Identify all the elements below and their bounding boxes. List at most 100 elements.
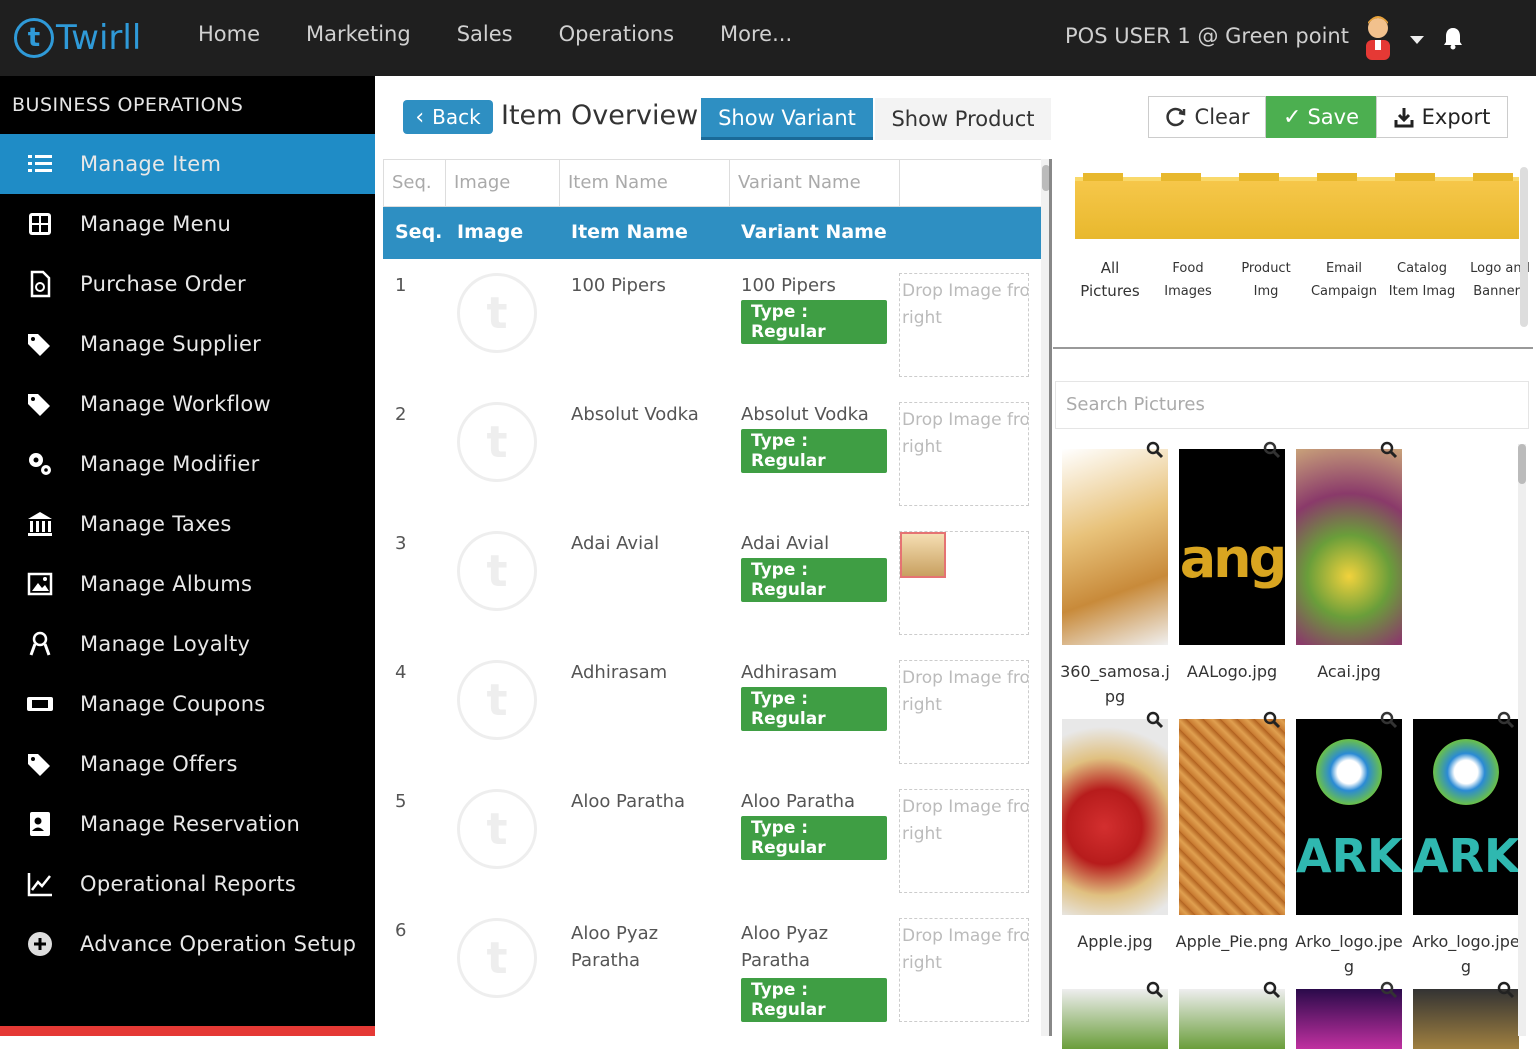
- filter-image[interactable]: Image: [446, 160, 560, 206]
- header-variant-name[interactable]: Variant Name: [729, 207, 899, 259]
- picture-thumbnail[interactable]: [1062, 441, 1168, 645]
- brand-logo[interactable]: t Twirll: [14, 14, 141, 62]
- avatar[interactable]: [1360, 14, 1396, 60]
- sidebar-item-manage-workflow[interactable]: Manage Workflow: [0, 374, 375, 434]
- pictures-scrollbar-thumb[interactable]: [1518, 444, 1526, 484]
- row-drop-zone[interactable]: Drop Image fro right: [899, 388, 1041, 517]
- picture-item[interactable]: Apple.jpg: [1057, 711, 1173, 954]
- search-pictures-input[interactable]: Search Pictures: [1055, 381, 1529, 429]
- picture-item[interactable]: [1408, 981, 1524, 1049]
- zoom-icon[interactable]: [1497, 711, 1515, 729]
- zoom-icon[interactable]: [1146, 441, 1164, 459]
- nav-marketing[interactable]: Marketing: [306, 22, 411, 46]
- picture-thumbnail[interactable]: ARK: [1413, 711, 1519, 915]
- picture-item[interactable]: ARK Arko_logo.jpeg: [1291, 711, 1407, 979]
- zoom-icon[interactable]: [1146, 981, 1164, 999]
- folder-all-pictures[interactable]: All Pictures: [1071, 257, 1149, 303]
- table-row[interactable]: 1 t 100 Pipers 100 Pipers Type : Regular …: [383, 259, 1043, 388]
- sidebar-item-purchase-order[interactable]: Purchase Order: [0, 254, 375, 314]
- sidebar-item-advance-operation-setup[interactable]: Advance Operation Setup: [0, 914, 375, 974]
- sidebar-item-manage-item[interactable]: Manage Item: [0, 134, 375, 194]
- sidebar-item-manage-modifier[interactable]: Manage Modifier: [0, 434, 375, 494]
- picture-thumbnail[interactable]: [1062, 711, 1168, 915]
- drop-zone[interactable]: Drop Image fro right: [899, 273, 1029, 377]
- zoom-icon[interactable]: [1263, 981, 1281, 999]
- sidebar-item-operational-reports[interactable]: Operational Reports: [0, 854, 375, 914]
- picture-item[interactable]: 360_samosa.jpg: [1057, 441, 1173, 709]
- filter-variant-name[interactable]: Variant Name: [730, 160, 900, 206]
- folder-scrollbar[interactable]: [1520, 167, 1528, 327]
- zoom-icon[interactable]: [1380, 981, 1398, 999]
- folder-catalog-item-imag[interactable]: Catalog Item Imag: [1383, 257, 1461, 303]
- zoom-icon[interactable]: [1146, 711, 1164, 729]
- row-drop-zone[interactable]: Drop Image fro right: [899, 259, 1041, 388]
- picture-item[interactable]: ang AALogo.jpg: [1174, 441, 1290, 684]
- back-button[interactable]: ‹ Back: [403, 100, 493, 134]
- save-button[interactable]: ✓ Save: [1266, 96, 1376, 138]
- nav-sales[interactable]: Sales: [457, 22, 513, 46]
- table-row[interactable]: 3 t Adai Avial Adai Avial Type : Regular: [383, 517, 1043, 646]
- row-drop-zone[interactable]: [899, 517, 1041, 646]
- picture-thumbnail[interactable]: ARK: [1296, 711, 1402, 915]
- sidebar-item-label: Manage Taxes: [80, 512, 232, 536]
- row-drop-zone[interactable]: Drop Image fro right: [899, 904, 1041, 1033]
- picture-item[interactable]: ARK Arko_logo.jpeg: [1408, 711, 1524, 979]
- filter-seq[interactable]: Seq.: [384, 160, 446, 206]
- table-row[interactable]: 6 t Aloo Pyaz Paratha Aloo Pyaz Paratha T…: [383, 904, 1043, 1033]
- export-button[interactable]: Export: [1376, 96, 1508, 138]
- filter-item-name[interactable]: Item Name: [560, 160, 730, 206]
- table-row[interactable]: 5 t Aloo Paratha Aloo Paratha Type : Regu…: [383, 775, 1043, 904]
- nav-more[interactable]: More...: [720, 22, 792, 46]
- folder-food-images[interactable]: Food Images: [1149, 257, 1227, 303]
- folder-product-img[interactable]: Product Img: [1227, 257, 1305, 303]
- tab-show-product[interactable]: Show Product: [875, 98, 1051, 140]
- drop-zone[interactable]: Drop Image fro right: [899, 918, 1029, 1022]
- pictures-scrollbar[interactable]: [1518, 444, 1526, 1036]
- sidebar-item-manage-offers[interactable]: Manage Offers: [0, 734, 375, 794]
- sidebar-item-manage-taxes[interactable]: Manage Taxes: [0, 494, 375, 554]
- header-seq[interactable]: Seq.: [383, 207, 445, 259]
- table-row[interactable]: 2 t Absolut Vodka Absolut Vodka Type : Re…: [383, 388, 1043, 517]
- folder-email-campaign[interactable]: Email Campaign: [1305, 257, 1383, 303]
- zoom-icon[interactable]: [1263, 441, 1281, 459]
- sidebar-item-manage-albums[interactable]: Manage Albums: [0, 554, 375, 614]
- picture-item[interactable]: [1291, 981, 1407, 1049]
- sidebar-item-manage-loyalty[interactable]: Manage Loyalty: [0, 614, 375, 674]
- tab-show-variant[interactable]: Show Variant: [701, 98, 873, 140]
- picture-thumbnail[interactable]: [1296, 981, 1402, 1049]
- picture-item[interactable]: [1174, 981, 1290, 1049]
- picture-thumbnail[interactable]: [1296, 441, 1402, 645]
- row-drop-zone[interactable]: Drop Image fro right: [899, 646, 1041, 775]
- nav-operations[interactable]: Operations: [559, 22, 674, 46]
- bell-icon[interactable]: [1442, 26, 1464, 50]
- sidebar-item-manage-coupons[interactable]: Manage Coupons: [0, 674, 375, 734]
- user-menu-chevron-down-icon[interactable]: [1410, 36, 1424, 44]
- sidebar-item-manage-reservation[interactable]: Manage Reservation: [0, 794, 375, 854]
- drop-zone[interactable]: [899, 531, 1029, 635]
- picture-thumbnail[interactable]: [1179, 981, 1285, 1049]
- assigned-image-thumbnail[interactable]: [900, 532, 946, 578]
- zoom-icon[interactable]: [1380, 441, 1398, 459]
- picture-thumbnail[interactable]: [1062, 981, 1168, 1049]
- picture-item[interactable]: Acai.jpg: [1291, 441, 1407, 684]
- header-item-name[interactable]: Item Name: [559, 207, 729, 259]
- sidebar-item-manage-supplier[interactable]: Manage Supplier: [0, 314, 375, 374]
- zoom-icon[interactable]: [1263, 711, 1281, 729]
- nav-home[interactable]: Home: [198, 22, 260, 46]
- picture-item[interactable]: Apple_Pie.png: [1174, 711, 1290, 954]
- drop-zone[interactable]: Drop Image fro right: [899, 789, 1029, 893]
- zoom-icon[interactable]: [1380, 711, 1398, 729]
- header-image[interactable]: Image: [445, 207, 559, 259]
- sidebar-item-manage-menu[interactable]: Manage Menu: [0, 194, 375, 254]
- clear-button[interactable]: Clear: [1148, 96, 1266, 138]
- drop-zone[interactable]: Drop Image fro right: [899, 402, 1029, 506]
- picture-thumbnail[interactable]: ang: [1179, 441, 1285, 645]
- picture-thumbnail[interactable]: [1413, 981, 1519, 1049]
- picture-thumbnail[interactable]: [1179, 711, 1285, 915]
- table-row[interactable]: 4 t Adhirasam Adhirasam Type : Regular Dr…: [383, 646, 1043, 775]
- picture-item[interactable]: [1057, 981, 1173, 1049]
- panel-divider[interactable]: [1049, 159, 1052, 1036]
- row-drop-zone[interactable]: Drop Image fro right: [899, 775, 1041, 904]
- drop-zone[interactable]: Drop Image fro right: [899, 660, 1029, 764]
- zoom-icon[interactable]: [1497, 981, 1515, 999]
